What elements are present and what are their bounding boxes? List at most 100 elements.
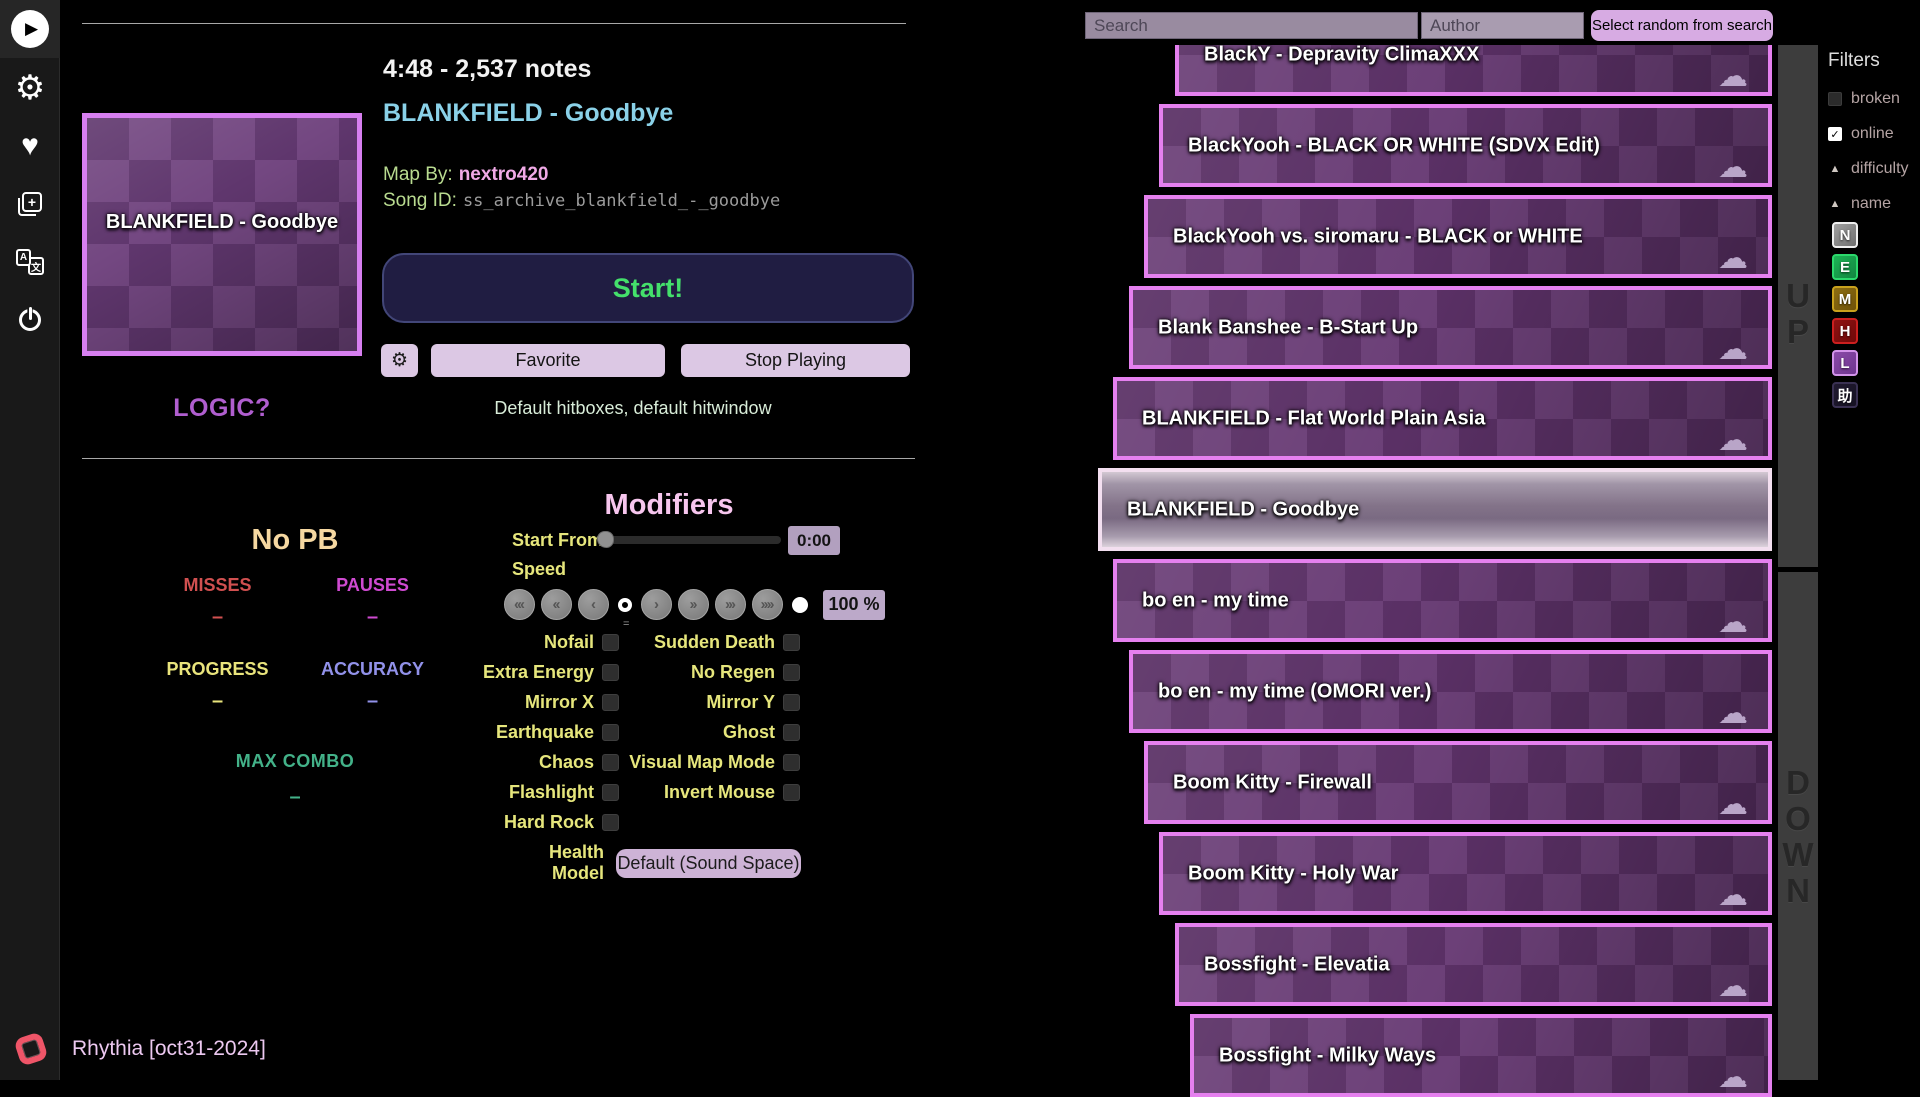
difficulty-badge-N[interactable]: N [1832, 222, 1858, 248]
song-list-item[interactable]: Bossfight - Elevatia☁ [1175, 923, 1772, 1006]
top-divider [82, 23, 906, 24]
modifier-checkbox[interactable] [783, 634, 800, 651]
unchecked-checkbox-icon [1828, 92, 1842, 106]
mid-divider [82, 458, 915, 459]
speed-up-button[interactable]: ›››› [752, 589, 783, 620]
cloud-icon: ☁ [1718, 881, 1748, 911]
modifier-label: Earthquake [496, 722, 594, 743]
cloud-icon: ☁ [1718, 62, 1748, 92]
sort-name[interactable]: ▲name [1828, 195, 1920, 213]
difficulty-badge-L[interactable]: L [1832, 350, 1858, 376]
modifier-checkbox[interactable] [783, 724, 800, 741]
song-list-item[interactable]: bo en - my time☁ [1113, 559, 1772, 642]
modifier-checkbox[interactable] [783, 694, 800, 711]
sort-label: difficulty [1851, 160, 1909, 178]
favorite-button[interactable]: Favorite [431, 344, 665, 377]
heart-icon: ♥ [21, 131, 39, 161]
modifier-checkbox[interactable] [602, 814, 619, 831]
sidebar-item-language[interactable]: A文 [0, 233, 60, 291]
modifier-checkbox[interactable] [602, 694, 619, 711]
scroll-up-button[interactable]: UP [1778, 45, 1818, 567]
modifier-row: EarthquakeGhost [504, 717, 800, 747]
song-list-item[interactable]: Blank Banshee - B-Start Up☁ [1129, 286, 1772, 369]
modifier-checkbox[interactable] [602, 784, 619, 801]
sidebar-item-power[interactable] [0, 291, 60, 349]
map-settings-button[interactable]: ⚙ [381, 344, 418, 377]
song-item-background: Boom Kitty - Firewall☁ [1148, 745, 1768, 820]
modifier-label: Visual Map Mode [629, 752, 775, 773]
translate-icon: A文 [16, 249, 44, 275]
random-from-search-button[interactable]: Select random from search [1591, 10, 1773, 41]
speed-value: 100 % [823, 590, 885, 620]
stop-playing-button[interactable]: Stop Playing [681, 344, 910, 377]
modifier-checkbox-grid: NofailSudden DeathExtra EnergyNo RegenMi… [504, 627, 800, 837]
start-button[interactable]: Start! [382, 253, 914, 323]
speed-label: Speed [512, 559, 566, 580]
modifier-label: Nofail [544, 632, 594, 653]
filter-label: online [1851, 125, 1894, 143]
cloud-icon: ☁ [1718, 335, 1748, 365]
song-item-title: Bossfight - Milky Ways [1219, 1044, 1436, 1067]
map-by-row: Map By:nextro420 [383, 164, 548, 186]
modifier-checkbox[interactable] [602, 724, 619, 741]
modifier-checkbox[interactable] [783, 664, 800, 681]
scroll-down-button[interactable]: DOWN [1778, 572, 1818, 1080]
speed-custom-dot[interactable] [792, 597, 808, 613]
max-combo-value: – [140, 782, 450, 812]
stat-cell: MISSES– [140, 572, 295, 632]
song-item-background: Bossfight - Elevatia☁ [1179, 927, 1768, 1002]
start-from-value: 0:00 [788, 526, 840, 555]
filters-title: Filters [1828, 50, 1920, 72]
sidebar-item-add-collection[interactable]: + [0, 175, 60, 233]
health-model-label: Health Model [504, 842, 604, 884]
song-item-background: BlackYooh - BLACK OR WHITE (SDVX Edit)☁ [1163, 108, 1768, 183]
sidebar-item-settings[interactable]: ⚙ [0, 59, 60, 117]
song-item-background: BlackYooh vs. siromaru - BLACK or WHITE☁ [1148, 199, 1768, 274]
speed-normal-radio[interactable]: = [618, 598, 632, 612]
modifier-checkbox[interactable] [783, 784, 800, 801]
start-from-slider[interactable] [600, 536, 781, 544]
difficulty-badge-助[interactable]: 助 [1832, 382, 1858, 408]
author-input[interactable] [1421, 12, 1584, 39]
modifier-checkbox[interactable] [602, 664, 619, 681]
song-item-background: bo en - my time☁ [1117, 563, 1768, 638]
song-id-label: Song ID: [383, 190, 457, 211]
checked-checkbox-icon: ✓ [1828, 127, 1842, 141]
speed-up-button[interactable]: ›› [678, 589, 709, 620]
song-list-item[interactable]: Bossfight - Milky Ways☁ [1190, 1014, 1772, 1097]
song-id-row: Song ID:ss_archive_blankfield_-_goodbye [383, 190, 780, 212]
health-model-select[interactable]: Default (Sound Space) [616, 849, 801, 878]
modifier-checkbox[interactable] [783, 754, 800, 771]
song-list-item[interactable]: bo en - my time (OMORI ver.)☁ [1129, 650, 1772, 733]
filter-online[interactable]: ✓ online [1828, 125, 1920, 143]
speed-down-button[interactable]: ‹‹‹ [504, 589, 535, 620]
add-collection-icon: + [18, 192, 42, 216]
search-input[interactable] [1085, 12, 1418, 39]
song-list-item[interactable]: Boom Kitty - Holy War☁ [1159, 832, 1772, 915]
sidebar-item-play[interactable]: ▶ [0, 0, 60, 58]
song-list-item[interactable]: BLANKFIELD - Goodbye [1098, 468, 1772, 551]
difficulty-filter-stack: NEMHL助 [1832, 222, 1858, 408]
sort-asc-triangle-icon: ▲ [1828, 163, 1842, 175]
song-list-item[interactable]: BlackYooh - BLACK OR WHITE (SDVX Edit)☁ [1159, 104, 1772, 187]
slider-thumb[interactable] [597, 531, 614, 548]
modifier-checkbox[interactable] [602, 754, 619, 771]
sort-difficulty[interactable]: ▲ difficulty [1828, 160, 1920, 178]
difficulty-badge-M[interactable]: M [1832, 286, 1858, 312]
song-list-item[interactable]: BlackYooh vs. siromaru - BLACK or WHITE☁ [1144, 195, 1772, 278]
speed-up-button[interactable]: ››› [715, 589, 746, 620]
filter-broken[interactable]: broken [1828, 90, 1920, 108]
difficulty-badge-E[interactable]: E [1832, 254, 1858, 280]
speed-up-button[interactable]: › [641, 589, 672, 620]
song-list-item[interactable]: Boom Kitty - Firewall☁ [1144, 741, 1772, 824]
song-list-item[interactable]: BLANKFIELD - Flat World Plain Asia☁ [1113, 377, 1772, 460]
duration-notes: 4:48 - 2,537 notes [383, 55, 591, 84]
modifier-checkbox[interactable] [602, 634, 619, 651]
speed-down-button[interactable]: ‹ [578, 589, 609, 620]
sidebar-item-favorites[interactable]: ♥ [0, 117, 60, 175]
no-pb-label: No PB [140, 524, 450, 557]
speed-down-button[interactable]: ‹‹ [541, 589, 572, 620]
album-art[interactable]: BLANKFIELD - Goodbye [82, 113, 362, 356]
difficulty-badge-H[interactable]: H [1832, 318, 1858, 344]
modifier-row: FlashlightInvert Mouse [504, 777, 800, 807]
